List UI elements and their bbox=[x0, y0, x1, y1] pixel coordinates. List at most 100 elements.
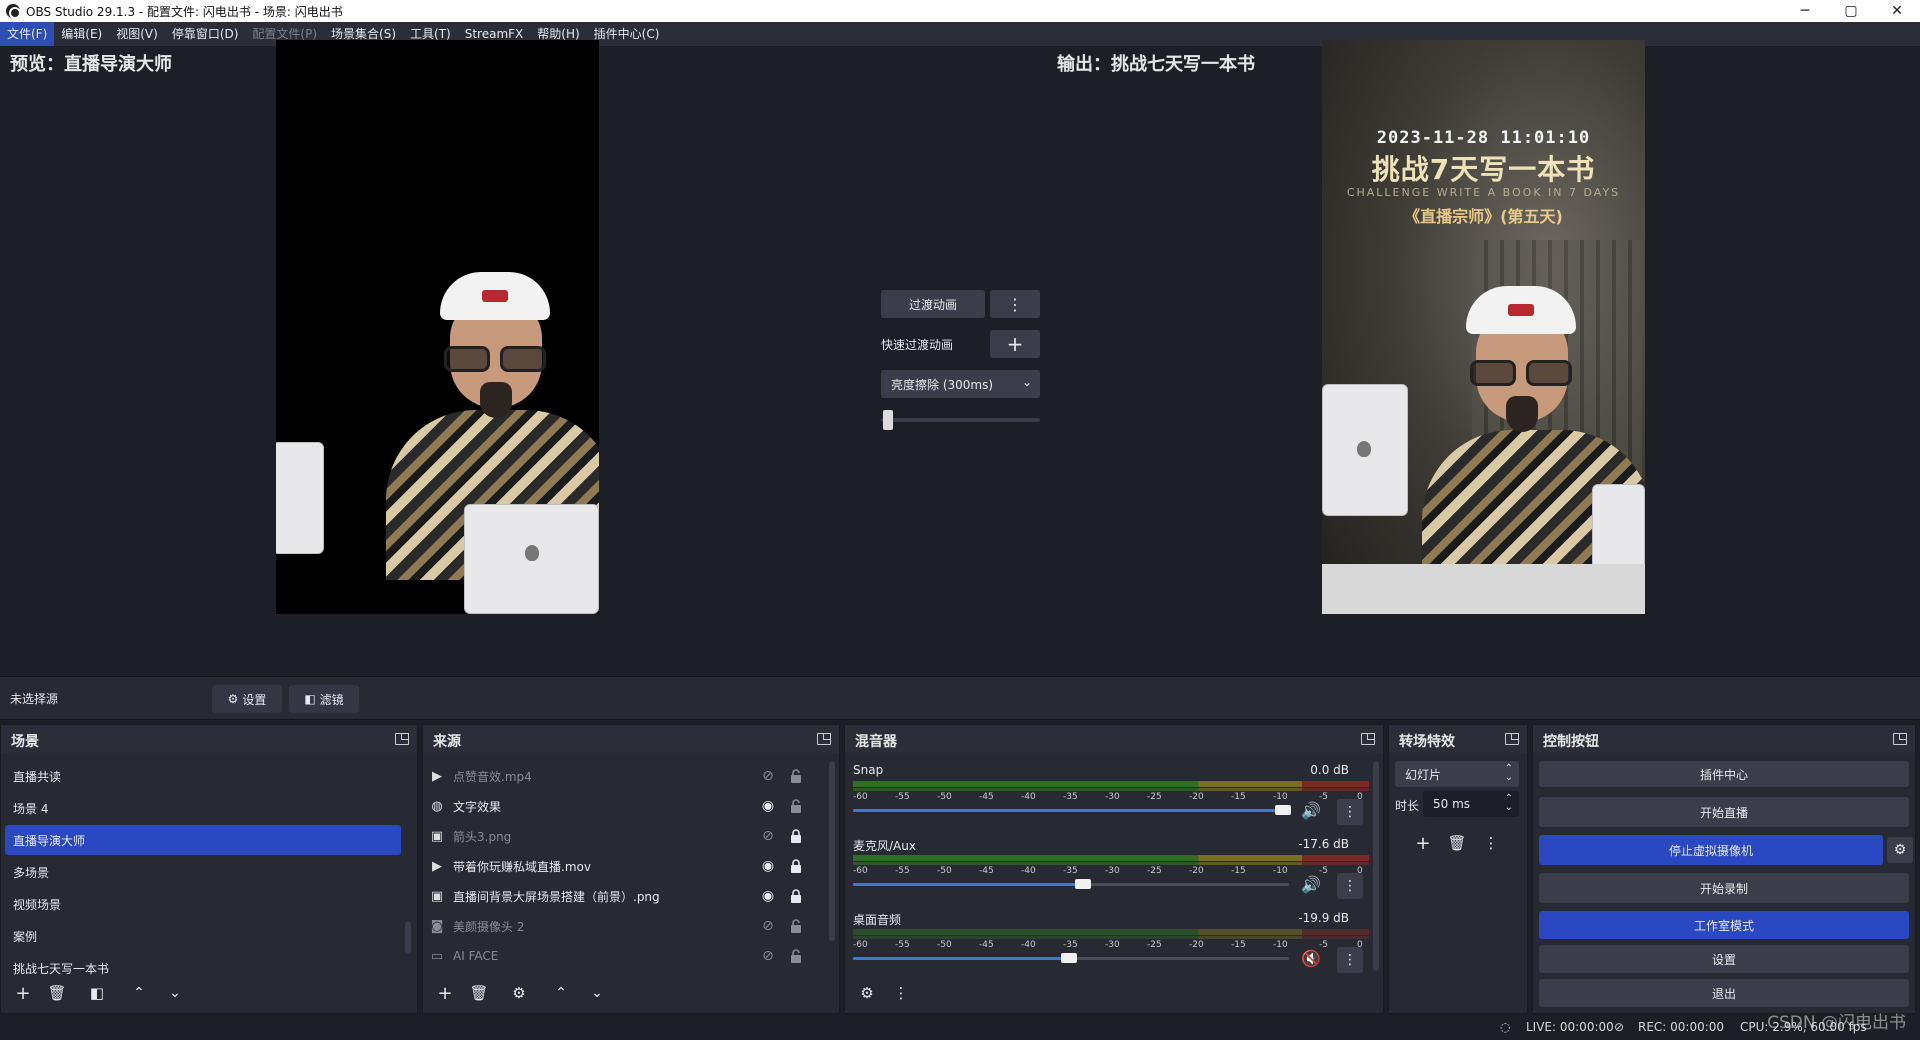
undock-icon[interactable] bbox=[817, 733, 831, 745]
mixer-menu-button[interactable]: ⋮ bbox=[887, 979, 915, 1007]
lock-open-icon[interactable] bbox=[789, 949, 803, 963]
scenes-scrollbar[interactable] bbox=[405, 921, 411, 953]
eye-hidden-icon[interactable]: ⊘ bbox=[759, 828, 777, 844]
duration-label: 时长 bbox=[1395, 799, 1420, 813]
volume-slider[interactable] bbox=[853, 953, 1289, 963]
transition-type-select[interactable]: 幻灯片 ⌃ ⌄ bbox=[1395, 761, 1519, 787]
level-meter bbox=[853, 855, 1369, 861]
source-item[interactable]: ◙ 美颜摄像头 2 ⊘ bbox=[429, 911, 829, 941]
menu-edit[interactable]: 编辑(E) bbox=[54, 22, 109, 46]
menu-file[interactable]: 文件(F) bbox=[0, 22, 55, 46]
transition-button[interactable]: 过渡动画 bbox=[881, 290, 985, 318]
lock-closed-icon[interactable] bbox=[789, 889, 803, 903]
scene-item-selected[interactable]: 直播导演大师 bbox=[5, 825, 401, 855]
transition-slider-track[interactable] bbox=[881, 418, 1040, 422]
plugin-center-button[interactable]: 插件中心 bbox=[1539, 761, 1909, 787]
image-icon: ▣ bbox=[430, 888, 444, 904]
undock-icon[interactable] bbox=[1505, 733, 1519, 745]
volume-handle[interactable] bbox=[1075, 879, 1091, 889]
add-source-button[interactable]: + bbox=[431, 979, 459, 1007]
advanced-audio-button[interactable]: ⚙ bbox=[853, 979, 881, 1007]
scenes-title: 场景 bbox=[11, 734, 39, 750]
minimize-button[interactable]: ─ bbox=[1782, 0, 1828, 22]
channel-menu-button[interactable]: ⋮ bbox=[1337, 873, 1363, 899]
channel-menu-button[interactable]: ⋮ bbox=[1337, 799, 1363, 825]
lock-open-icon[interactable] bbox=[789, 799, 803, 813]
scene-item[interactable]: 场景 4 bbox=[5, 793, 401, 823]
sources-dock-header: 来源 bbox=[423, 725, 839, 753]
eye-icon[interactable]: ◉ bbox=[759, 858, 777, 874]
program-label: 输出：挑战七天写一本书 bbox=[1057, 54, 1255, 75]
virtual-camera-settings-button[interactable]: ⚙ bbox=[1887, 837, 1913, 863]
scene-item[interactable]: 多场景 bbox=[5, 857, 401, 887]
stop-virtual-camera-button[interactable]: 停止虚拟摄像机 bbox=[1539, 835, 1883, 865]
scene-item[interactable]: 案例 bbox=[5, 921, 401, 951]
undock-icon[interactable] bbox=[1361, 733, 1375, 745]
source-properties-button[interactable]: ⚙ bbox=[505, 979, 533, 1007]
add-scene-button[interactable]: + bbox=[9, 979, 37, 1007]
menu-view[interactable]: 视图(V) bbox=[109, 22, 165, 46]
lock-closed-icon[interactable] bbox=[789, 859, 803, 873]
settings-button[interactable]: 设置 bbox=[1539, 945, 1909, 973]
exit-button[interactable]: 退出 bbox=[1539, 979, 1909, 1007]
speaker-icon[interactable]: 🔊 bbox=[1301, 875, 1321, 894]
transition-properties-button[interactable]: ⋮ bbox=[1477, 829, 1505, 857]
speaker-muted-icon[interactable]: 🔇 bbox=[1301, 949, 1321, 968]
transition-slider-handle[interactable] bbox=[883, 410, 893, 430]
controls-dock-header: 控制按钮 bbox=[1533, 725, 1915, 753]
start-recording-button[interactable]: 开始录制 bbox=[1539, 873, 1909, 903]
source-item[interactable]: ▶ 点赞音效.mp4 ⊘ bbox=[429, 761, 829, 791]
volume-slider[interactable] bbox=[853, 879, 1289, 889]
lock-open-icon[interactable] bbox=[789, 919, 803, 933]
source-filters-button[interactable]: ◧ 滤镜 bbox=[289, 685, 359, 713]
speaker-icon[interactable]: 🔊 bbox=[1301, 801, 1321, 820]
source-settings-button[interactable]: ⚙ 设置 bbox=[212, 685, 282, 713]
lock-closed-icon[interactable] bbox=[789, 829, 803, 843]
channel-menu-button[interactable]: ⋮ bbox=[1337, 947, 1363, 973]
laptop-program bbox=[1322, 384, 1408, 516]
scene-filters-button[interactable]: ◧ bbox=[83, 979, 111, 1007]
undock-icon[interactable] bbox=[395, 733, 409, 745]
start-streaming-button[interactable]: 开始直播 bbox=[1539, 797, 1909, 827]
move-scene-down-button[interactable]: ⌄ bbox=[161, 979, 189, 1007]
eye-icon[interactable]: ◉ bbox=[759, 888, 777, 904]
source-item[interactable]: ◍ 文字效果 ◉ bbox=[429, 791, 829, 821]
volume-fill bbox=[853, 957, 1069, 960]
studio-mode-button[interactable]: 工作室模式 bbox=[1539, 911, 1909, 939]
eye-hidden-icon[interactable]: ⊘ bbox=[759, 768, 777, 784]
preview-label: 预览：直播导演大师 bbox=[10, 54, 172, 75]
rec-status-icon: ⊘ bbox=[1614, 1020, 1625, 1034]
menu-docks[interactable]: 停靠窗口(D) bbox=[165, 22, 246, 46]
transition-more-button[interactable]: ⋮ bbox=[990, 290, 1040, 318]
source-item[interactable]: ▶ 带着你玩赚私域直播.mov ◉ bbox=[429, 851, 829, 881]
eye-icon[interactable]: ◉ bbox=[759, 798, 777, 814]
scene-item[interactable]: 直播共读 bbox=[5, 761, 401, 791]
source-item[interactable]: ▣ 直播间背景大屏场景搭建（前景）.png ◉ bbox=[429, 881, 829, 911]
source-item[interactable]: ▣ 箭头3.png ⊘ bbox=[429, 821, 829, 851]
mixer-scrollbar[interactable] bbox=[1373, 761, 1379, 971]
scene-item[interactable]: 视频场景 bbox=[5, 889, 401, 919]
transition-select[interactable]: 亮度擦除 (300ms) ⌄ bbox=[881, 370, 1040, 398]
sources-scrollbar[interactable] bbox=[829, 761, 835, 941]
source-item[interactable]: ▭ AI FACE ⊘ bbox=[429, 941, 829, 971]
lock-open-icon[interactable] bbox=[789, 769, 803, 783]
maximize-button[interactable]: ▢ bbox=[1828, 0, 1874, 22]
remove-scene-button[interactable]: 🗑 bbox=[43, 979, 71, 1007]
undock-icon[interactable] bbox=[1893, 733, 1907, 745]
level-meter bbox=[853, 781, 1369, 787]
duration-input[interactable]: 50 ms ⌃ ⌄ bbox=[1423, 791, 1519, 817]
volume-handle[interactable] bbox=[1275, 805, 1291, 815]
eye-hidden-icon[interactable]: ⊘ bbox=[759, 948, 777, 964]
add-quick-transition-button[interactable]: + bbox=[990, 330, 1040, 358]
remove-transition-button[interactable]: 🗑 bbox=[1443, 829, 1471, 857]
preview-canvas[interactable] bbox=[276, 40, 599, 614]
close-button[interactable]: ✕ bbox=[1874, 0, 1920, 22]
eye-hidden-icon[interactable]: ⊘ bbox=[759, 918, 777, 934]
volume-slider[interactable] bbox=[853, 805, 1291, 815]
volume-handle[interactable] bbox=[1061, 953, 1077, 963]
remove-source-button[interactable]: 🗑 bbox=[465, 979, 493, 1007]
add-transition-button[interactable]: + bbox=[1409, 829, 1437, 857]
move-source-up-button[interactable]: ⌃ bbox=[547, 979, 575, 1007]
move-scene-up-button[interactable]: ⌃ bbox=[125, 979, 153, 1007]
move-source-down-button[interactable]: ⌄ bbox=[583, 979, 611, 1007]
